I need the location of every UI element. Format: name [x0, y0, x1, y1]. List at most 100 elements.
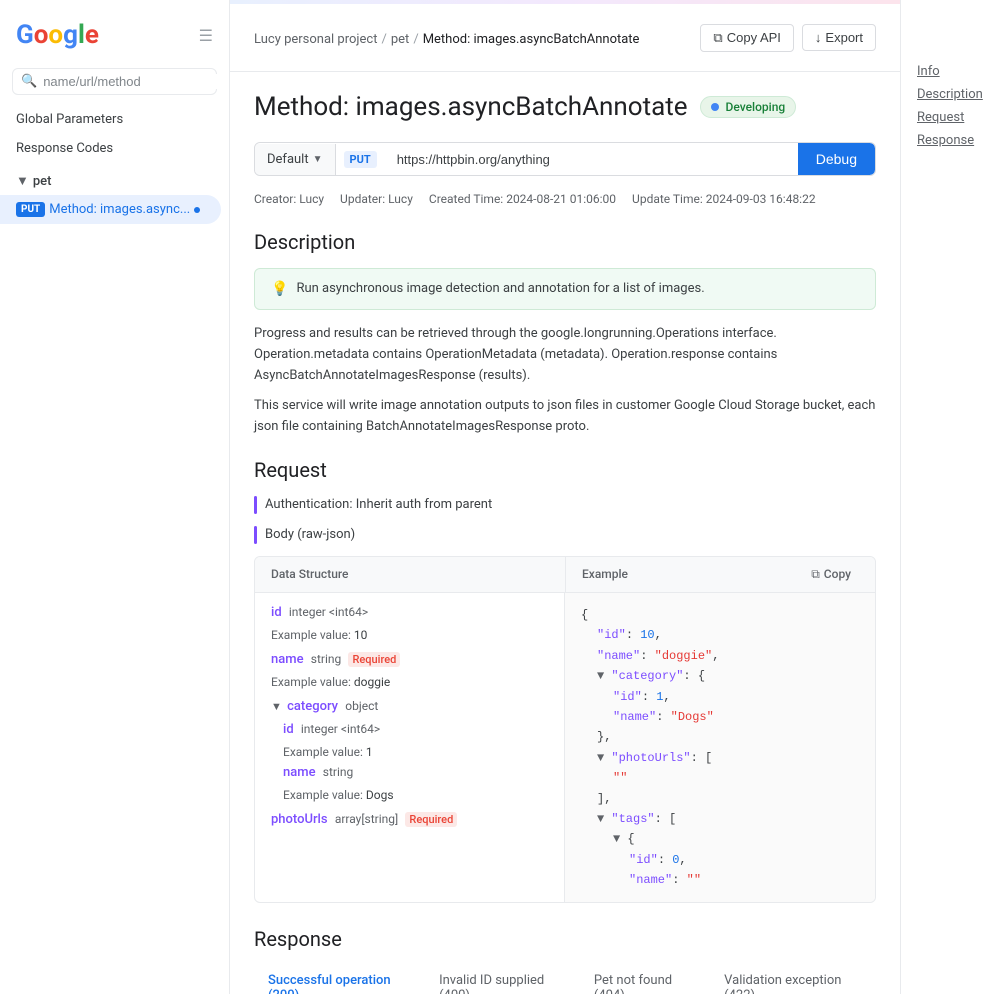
- sidebar-item-active-method[interactable]: PUT Method: images.async...: [0, 195, 221, 224]
- field-type-name: string: [311, 652, 341, 666]
- field-example-id: Example value: 10: [271, 628, 548, 642]
- response-tab-422[interactable]: Validation exception (422): [710, 965, 876, 994]
- google-logo: Google: [16, 20, 99, 50]
- request-data-table: Data Structure Example ⧉ Copy: [254, 556, 876, 903]
- field-row-category: ▼ category object: [271, 699, 548, 714]
- meta-updated: Update Time: 2024-09-03 16:48:22: [632, 192, 816, 206]
- code-line-6: "name": "Dogs": [581, 707, 859, 727]
- field-type-category-name: string: [323, 765, 353, 779]
- field-name-id: id: [271, 605, 282, 620]
- right-nav-description[interactable]: Description: [917, 83, 984, 106]
- description-para1: Progress and results can be retrieved th…: [254, 324, 876, 386]
- code-line-11: ▼ "tags": [: [581, 809, 859, 829]
- body-bar-accent: [254, 526, 257, 544]
- url-bar: Default ▼ PUT Debug: [254, 142, 876, 176]
- field-name-category: category: [287, 699, 338, 714]
- export-button[interactable]: ↓ Export: [802, 24, 876, 51]
- code-line-12: ▼ {: [581, 829, 859, 849]
- right-nav-response[interactable]: Response: [917, 129, 984, 152]
- collapse-photourls-code-icon[interactable]: ▼: [597, 751, 604, 765]
- field-required-name: Required: [348, 652, 400, 667]
- meta-row: Creator: Lucy Updater: Lucy Created Time…: [254, 192, 876, 206]
- description-section-title: Description: [254, 230, 876, 254]
- field-example-category-name: Example value: Dogs: [283, 788, 548, 802]
- right-nav-info[interactable]: Info: [917, 60, 984, 83]
- code-line-3: "name": "doggie",: [581, 646, 859, 666]
- logo-area: Google ☰: [0, 12, 229, 62]
- code-line-14: "name": "": [581, 870, 859, 890]
- copy-icon: ⧉: [713, 30, 722, 46]
- code-line-2: "id": 10,: [581, 625, 859, 645]
- meta-updater: Updater: Lucy: [340, 192, 413, 206]
- page-wrapper: Lucy personal project / pet / Method: im…: [230, 0, 1000, 994]
- example-header: Example ⧉ Copy: [565, 557, 875, 592]
- breadcrumb-resource[interactable]: pet: [391, 32, 409, 47]
- request-section-title: Request: [254, 458, 876, 482]
- data-structure-header: Data Structure: [255, 557, 565, 592]
- breadcrumb-sep1: /: [381, 32, 386, 47]
- field-type-id: integer <int64>: [289, 605, 368, 619]
- response-tab-200[interactable]: Successful operation (200): [254, 965, 425, 994]
- code-line-13: "id": 0,: [581, 850, 859, 870]
- page-title: Method: images.asyncBatchAnnotate: [254, 92, 688, 122]
- request-copy-button[interactable]: ⧉ Copy: [803, 565, 859, 584]
- copy-api-button[interactable]: ⧉ Copy API: [700, 24, 794, 52]
- sidebar-toggle-icon[interactable]: ☰: [199, 26, 213, 45]
- request-data-structure-col: id integer <int64> Example value: 10 nam…: [255, 593, 565, 902]
- response-section-title: Response: [254, 927, 876, 951]
- field-type-category: object: [345, 699, 378, 713]
- breadcrumb: Lucy personal project / pet / Method: im…: [254, 16, 639, 59]
- search-input[interactable]: [43, 74, 219, 89]
- field-row-id: id integer <int64>: [271, 605, 548, 620]
- field-row-category-name: name string: [283, 765, 548, 780]
- content-area: Method: images.asyncBatchAnnotate Develo…: [230, 72, 900, 994]
- copy-api-label: Copy API: [727, 30, 781, 45]
- field-type-photourls: array[string]: [335, 812, 398, 826]
- auth-row: Authentication: Inherit auth from parent: [254, 496, 876, 514]
- sidebar-group-pet[interactable]: ▼ pet: [0, 167, 229, 195]
- active-dot-icon: [194, 207, 200, 213]
- request-example-col: { "id": 10, "name": "doggie", ▼ "categor…: [565, 593, 875, 902]
- page-title-row: Method: images.asyncBatchAnnotate Develo…: [254, 92, 876, 122]
- field-name-category-id: id: [283, 722, 294, 737]
- request-example-code: { "id": 10, "name": "doggie", ▼ "categor…: [581, 605, 859, 890]
- field-example-name: Example value: doggie: [271, 675, 548, 689]
- url-input[interactable]: [385, 144, 798, 175]
- collapse-tags-item-icon[interactable]: ▼: [613, 832, 620, 846]
- code-line-10: ],: [581, 789, 859, 809]
- field-name-name: name: [271, 652, 304, 667]
- status-label: Developing: [726, 100, 786, 114]
- triangle-icon: ▼: [16, 173, 29, 189]
- collapse-category-code-icon[interactable]: ▼: [597, 669, 604, 683]
- url-env-select[interactable]: Default ▼: [255, 144, 336, 175]
- sidebar-item-global-params[interactable]: Global Parameters: [0, 105, 229, 134]
- url-method-badge: PUT: [344, 151, 377, 168]
- field-name-photourls: photoUrls: [271, 812, 328, 827]
- export-icon: ↓: [815, 30, 822, 45]
- status-dot-icon: [711, 103, 719, 111]
- collapse-category-icon[interactable]: ▼: [271, 700, 282, 713]
- collapse-tags-code-icon[interactable]: ▼: [597, 812, 604, 826]
- field-example-category-id: Example value: 1: [283, 745, 548, 759]
- description-highlight-box: 💡 Run asynchronous image detection and a…: [254, 268, 876, 310]
- debug-button[interactable]: Debug: [798, 143, 875, 175]
- sidebar-item-response-codes[interactable]: Response Codes: [0, 134, 229, 163]
- request-table-header: Data Structure Example ⧉ Copy: [255, 557, 875, 593]
- topbar-actions: ⧉ Copy API ↓ Export: [700, 24, 876, 52]
- url-default-label: Default: [267, 152, 309, 167]
- field-row-category-id: id integer <int64>: [283, 722, 548, 737]
- topbar: Lucy personal project / pet / Method: im…: [230, 4, 900, 72]
- auth-label: Authentication: Inherit auth from parent: [265, 497, 492, 512]
- field-type-category-id: integer <int64>: [301, 722, 380, 736]
- code-line-1: {: [581, 605, 859, 625]
- response-tab-400[interactable]: Invalid ID supplied (400): [425, 965, 580, 994]
- code-line-8: ▼ "photoUrls": [: [581, 748, 859, 768]
- breadcrumb-project[interactable]: Lucy personal project: [254, 32, 377, 47]
- code-line-4: ▼ "category": {: [581, 666, 859, 686]
- lightbulb-icon: 💡: [271, 281, 288, 297]
- field-row-photourls: photoUrls array[string] Required: [271, 812, 548, 827]
- body-row: Body (raw-json): [254, 526, 876, 544]
- right-nav-request[interactable]: Request: [917, 106, 984, 129]
- export-label: Export: [825, 30, 863, 45]
- response-tab-404[interactable]: Pet not found (404): [580, 965, 710, 994]
